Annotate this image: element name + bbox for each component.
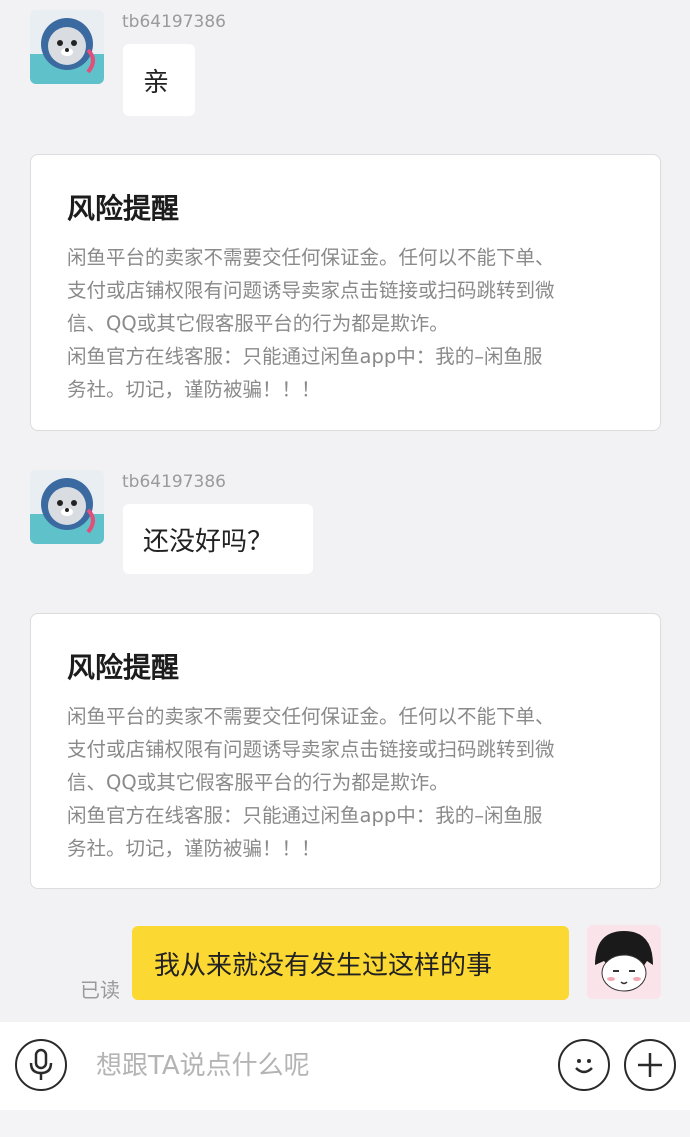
message-input[interactable]: 想跟TA说点什么呢: [96, 1045, 310, 1082]
plus-icon: [638, 1053, 662, 1077]
risk-notice-body: 闲鱼平台的卖家不需要交任何保证金。任何以不能下单、 支付或店铺权限有问题诱导卖家…: [67, 700, 624, 865]
message-bubble[interactable]: 亲: [123, 44, 195, 116]
risk-notice-line: 闲鱼官方在线客服：只能通过闲鱼app中：我的–闲鱼服: [67, 804, 543, 827]
risk-notice-card: 风险提醒 闲鱼平台的卖家不需要交任何保证金。任何以不能下单、 支付或店铺权限有问…: [30, 613, 661, 889]
risk-notice-card: 风险提醒 闲鱼平台的卖家不需要交任何保证金。任何以不能下单、 支付或店铺权限有问…: [30, 154, 661, 431]
more-button[interactable]: [624, 1039, 676, 1091]
risk-notice-line: 支付或店铺权限有问题诱导卖家点击链接或扫码跳转到微: [67, 279, 555, 302]
message-text: 还没好吗？: [143, 526, 274, 557]
voice-icon: [29, 1048, 53, 1080]
voice-button[interactable]: [15, 1039, 67, 1091]
seal-avatar-icon: [30, 478, 104, 544]
message-text: 亲: [143, 67, 170, 98]
my-message-bubble[interactable]: 我从来就没有发生过这样的事: [132, 926, 569, 1000]
risk-notice-line: 闲鱼官方在线客服：只能通过闲鱼app中：我的–闲鱼服: [67, 345, 543, 368]
message-bubble[interactable]: 还没好吗？: [123, 504, 313, 574]
message-text: 我从来就没有发生过这样的事: [154, 950, 493, 981]
risk-notice-line: 务社。切记，谨防被骗！！！: [67, 378, 321, 401]
risk-notice-line: 务社。切记，谨防被骗！！！: [67, 837, 321, 860]
read-status: 已读: [80, 978, 120, 1002]
seller-avatar[interactable]: [30, 470, 104, 544]
risk-notice-body: 闲鱼平台的卖家不需要交任何保证金。任何以不能下单、 支付或店铺权限有问题诱导卖家…: [67, 241, 624, 406]
cartoon-girl-avatar-icon: [587, 925, 661, 999]
risk-notice-line: 信、QQ或其它假客服平台的行为都是欺诈。: [67, 312, 449, 335]
risk-notice-line: 信、QQ或其它假客服平台的行为都是欺诈。: [67, 771, 449, 794]
bottom-safe-area: [0, 1110, 690, 1137]
my-avatar[interactable]: [587, 925, 661, 999]
emoji-icon: [575, 1059, 593, 1074]
seal-avatar-icon: [30, 18, 104, 84]
seller-username: tb64197386: [122, 472, 226, 492]
chat-screen: tb64197386 亲 风险提醒 闲鱼平台的卖家不需要交任何保证金。任何以不能…: [0, 0, 690, 1137]
risk-notice-line: 支付或店铺权限有问题诱导卖家点击链接或扫码跳转到微: [67, 738, 555, 761]
seller-username: tb64197386: [122, 12, 226, 32]
risk-notice-title: 风险提醒: [67, 192, 180, 225]
risk-notice-title: 风险提醒: [67, 651, 180, 684]
risk-notice-line: 闲鱼平台的卖家不需要交任何保证金。任何以不能下单、: [67, 705, 555, 728]
emoji-button[interactable]: [558, 1039, 610, 1091]
seller-avatar[interactable]: [30, 10, 104, 84]
risk-notice-line: 闲鱼平台的卖家不需要交任何保证金。任何以不能下单、: [67, 246, 555, 269]
